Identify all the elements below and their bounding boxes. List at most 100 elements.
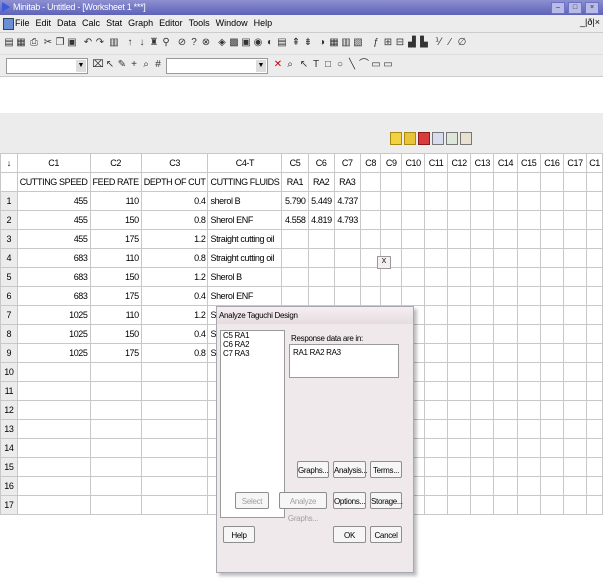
column-header[interactable]: C11: [424, 153, 448, 173]
data-cell[interactable]: [493, 267, 518, 287]
data-cell[interactable]: [424, 191, 448, 211]
data-cell[interactable]: [470, 267, 495, 287]
row-number[interactable]: 14: [0, 438, 18, 458]
graphs-folder-icon[interactable]: ▣: [240, 36, 252, 49]
data-cell[interactable]: [470, 324, 495, 344]
data-cell[interactable]: [562, 210, 588, 230]
data-cell[interactable]: 110: [89, 191, 142, 211]
data-cell[interactable]: [446, 191, 472, 211]
data-cell[interactable]: 1.2: [140, 229, 209, 249]
data-cell[interactable]: [89, 381, 142, 401]
cancel-icon[interactable]: ⊘: [176, 36, 188, 49]
data-cell[interactable]: [493, 457, 518, 477]
red-tool-icon[interactable]: [418, 132, 430, 145]
ellipse-tool-icon[interactable]: ○: [334, 58, 346, 71]
data-cell[interactable]: [470, 495, 495, 515]
polygon-tool-icon[interactable]: ⌒: [358, 58, 370, 71]
column-name-cell[interactable]: CUTTING SPEED: [16, 172, 91, 192]
data-cell[interactable]: [446, 229, 472, 249]
data-cell[interactable]: [493, 210, 518, 230]
column-name-cell[interactable]: [470, 172, 495, 192]
report-pad-icon[interactable]: ▦: [328, 36, 340, 49]
data-cell[interactable]: [539, 457, 564, 477]
column-name-cell[interactable]: [359, 172, 382, 192]
binoculars-icon[interactable]: ⚲: [160, 36, 172, 49]
data-cell[interactable]: [586, 191, 603, 211]
row-number[interactable]: 9: [0, 343, 18, 363]
brush-icon[interactable]: ⌧: [92, 58, 104, 71]
column-header[interactable]: C14: [493, 153, 518, 173]
data-cell[interactable]: Straight cutting oil: [207, 229, 283, 249]
data-cell[interactable]: [493, 305, 518, 325]
find-icon[interactable]: ♜: [148, 36, 160, 49]
data-cell[interactable]: [446, 210, 472, 230]
data-cell[interactable]: [516, 419, 541, 439]
data-cell[interactable]: [539, 229, 564, 249]
data-cell[interactable]: [470, 248, 495, 268]
data-cell[interactable]: [424, 362, 448, 382]
data-cell[interactable]: [16, 381, 91, 401]
response-data-field[interactable]: RA1 RA2 RA3: [289, 344, 399, 378]
data-cell[interactable]: [539, 210, 564, 230]
data-cell[interactable]: [446, 305, 472, 325]
analysis-button[interactable]: Analysis...: [333, 461, 367, 478]
data-cell[interactable]: [586, 476, 603, 496]
print-icon[interactable]: ⎙: [28, 36, 40, 49]
row-number[interactable]: 1: [0, 191, 18, 211]
data-cell[interactable]: sherol B: [207, 191, 283, 211]
data-cell[interactable]: [562, 400, 588, 420]
chevron-down-icon[interactable]: ▼: [76, 60, 86, 72]
data-cell[interactable]: [16, 419, 91, 439]
data-cell[interactable]: [470, 210, 495, 230]
data-cell[interactable]: [586, 495, 603, 515]
data-cell[interactable]: [333, 267, 361, 287]
cell-edit-icon[interactable]: ⁄: [444, 36, 456, 49]
data-cell[interactable]: 0.4: [140, 286, 209, 306]
edit-last-dialog-icon[interactable]: ▥: [108, 36, 120, 49]
data-cell[interactable]: [446, 400, 472, 420]
data-cell[interactable]: [424, 324, 448, 344]
data-cell[interactable]: [539, 286, 564, 306]
row-number[interactable]: 10: [0, 362, 18, 382]
data-cell[interactable]: [424, 419, 448, 439]
pencil-icon[interactable]: ✎: [116, 58, 128, 71]
data-cell[interactable]: [539, 495, 564, 515]
data-cell[interactable]: [562, 438, 588, 458]
column-header[interactable]: C8: [359, 153, 382, 173]
data-cell[interactable]: [400, 267, 426, 287]
formula-icon[interactable]: ⅟: [432, 36, 444, 49]
data-cell[interactable]: [400, 286, 426, 306]
grid-tool-icon[interactable]: [432, 132, 444, 145]
data-cell[interactable]: [281, 286, 309, 306]
data-cell[interactable]: [539, 343, 564, 363]
data-cell[interactable]: [16, 400, 91, 420]
data-cell[interactable]: [424, 248, 448, 268]
data-cell[interactable]: 5.790: [281, 191, 309, 211]
menu-edit[interactable]: Edit: [36, 18, 52, 28]
data-cell[interactable]: [562, 419, 588, 439]
data-cell[interactable]: [516, 248, 541, 268]
data-cell[interactable]: [446, 457, 472, 477]
select-pointer-icon[interactable]: ↖: [104, 58, 116, 71]
yellow-tool-icon[interactable]: [390, 132, 402, 145]
data-cell[interactable]: [539, 305, 564, 325]
data-cell[interactable]: [562, 476, 588, 496]
column-header[interactable]: C13: [470, 153, 495, 173]
select-button[interactable]: Select: [235, 492, 269, 509]
data-cell[interactable]: [424, 438, 448, 458]
data-cell[interactable]: [493, 324, 518, 344]
column-name-cell[interactable]: [400, 172, 426, 192]
data-cell[interactable]: 175: [89, 343, 142, 363]
data-cell[interactable]: 5.449: [307, 191, 335, 211]
data-cell[interactable]: [493, 343, 518, 363]
history-icon[interactable]: ▤: [276, 36, 288, 49]
data-cell[interactable]: [424, 476, 448, 496]
column-name-cell[interactable]: [446, 172, 472, 192]
undo-icon[interactable]: ↶: [82, 36, 94, 49]
column-header[interactable]: C15: [516, 153, 541, 173]
data-cell[interactable]: [470, 457, 495, 477]
data-cell[interactable]: [446, 438, 472, 458]
data-cell[interactable]: [586, 400, 603, 420]
data-cell[interactable]: [16, 495, 91, 515]
data-cell[interactable]: [380, 229, 402, 249]
